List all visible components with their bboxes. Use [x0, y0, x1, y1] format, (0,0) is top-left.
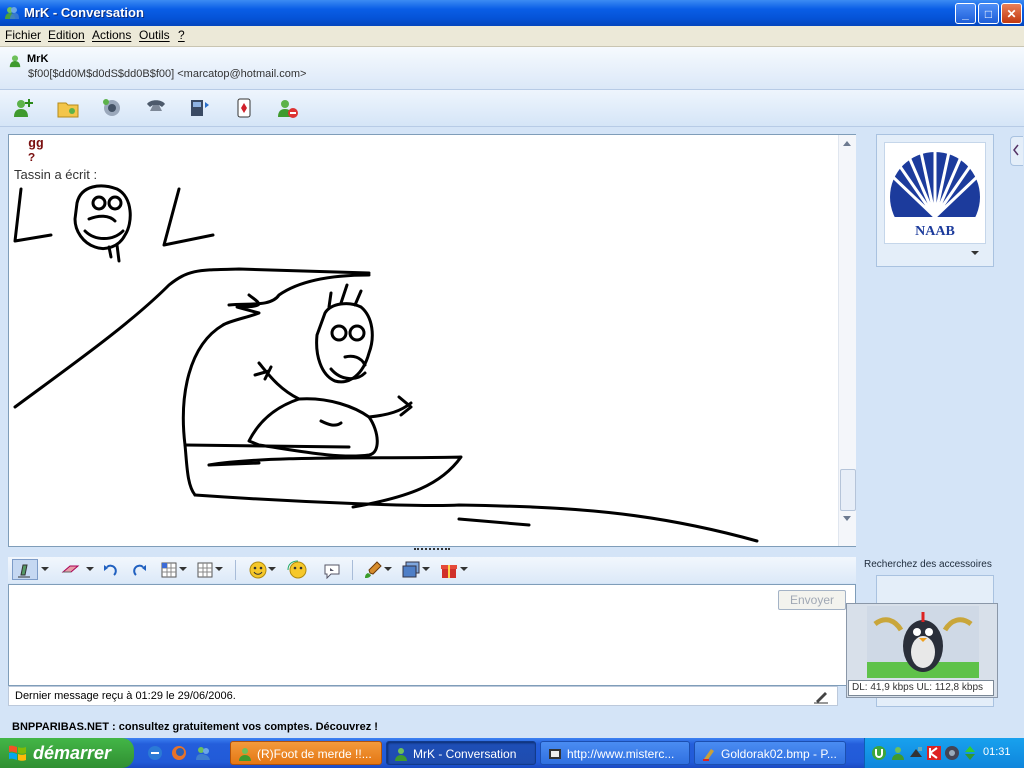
background-icon[interactable] [401, 560, 421, 580]
system-tray: 01:31 [864, 738, 1024, 768]
quicklaunch-firefox-icon[interactable] [170, 744, 188, 762]
chevron-down-icon[interactable] [86, 566, 94, 572]
games-icon[interactable] [232, 96, 256, 120]
taskbar-item-foot[interactable]: (R)Foot de merde !!... [230, 741, 382, 765]
messenger-icon [239, 748, 251, 761]
phone-icon[interactable] [144, 96, 168, 120]
windows-logo-icon [9, 745, 26, 761]
pen-icon [18, 564, 30, 578]
last-message-status: Dernier message reçu à 01:29 le 29/06/20… [8, 686, 838, 706]
paint-icon [703, 749, 714, 761]
advertisement-banner[interactable]: BNPPARIBAS.NET : consultez gratuitement … [0, 716, 1024, 738]
scroll-down-arrow-icon[interactable] [842, 515, 852, 523]
minimize-button[interactable]: _ [955, 3, 976, 24]
network-icon[interactable] [908, 745, 924, 761]
start-label: démarrer [33, 743, 112, 763]
taskbar-item-browser[interactable]: http://www.misterc... [540, 741, 690, 765]
chevron-down-icon[interactable] [268, 566, 276, 572]
quicklaunch-ie-icon[interactable] [146, 744, 164, 762]
film-icon [549, 749, 561, 759]
message-input[interactable] [8, 584, 856, 686]
activities-icon[interactable] [188, 96, 212, 120]
collapse-panel-button[interactable] [1010, 136, 1023, 166]
taskbar-item-label: MrK - Conversation [413, 747, 517, 761]
title-bar[interactable]: MrK - Conversation _ □ ✕ [0, 0, 1024, 26]
mascot-image [867, 606, 979, 678]
nudge-icon[interactable] [322, 561, 342, 579]
menu-help[interactable]: ? [178, 28, 185, 42]
invite-contact-icon[interactable] [12, 96, 36, 120]
splitter-grip[interactable] [414, 548, 450, 553]
chevron-down-icon[interactable] [384, 566, 392, 572]
messenger-tray-icon[interactable] [890, 745, 906, 761]
contact-status-line: $f00[$dd0M$d0dS$dd0B$f00] <marcatop@hotm… [28, 68, 307, 80]
menu-fichier[interactable]: Fichier [5, 28, 41, 42]
emoticon-icon[interactable] [248, 560, 268, 580]
eraser-icon[interactable] [60, 562, 84, 578]
send-button[interactable]: Envoyer [778, 590, 846, 610]
handwritten-drawing [13, 184, 759, 543]
contact-status-icon [9, 55, 21, 68]
chevron-down-icon[interactable] [41, 566, 49, 572]
menu-actions[interactable]: Actions [92, 28, 131, 42]
handwriting-mode-button[interactable] [12, 559, 38, 580]
chevron-down-icon[interactable] [422, 566, 430, 572]
window-title: MrK - Conversation [24, 5, 144, 20]
taskbar-item-paint[interactable]: Goldorak02.bmp - P... [694, 741, 846, 765]
naab-logo-text: NAAB [915, 224, 955, 239]
taskbar-item-conversation[interactable]: MrK - Conversation [386, 741, 536, 765]
conversation-scrollbar[interactable] [838, 135, 856, 546]
grid-icon[interactable] [160, 561, 178, 579]
accessories-label[interactable]: Recherchez des accessoires [864, 559, 1014, 570]
chevron-down-icon[interactable] [215, 566, 223, 572]
taskbar-item-label: Goldorak02.bmp - P... [721, 747, 837, 761]
video-icon[interactable] [100, 96, 124, 120]
clock: 01:31 [983, 746, 1011, 758]
utorrent-icon[interactable] [871, 745, 887, 761]
start-button[interactable]: démarrer [0, 738, 134, 768]
taskbar-item-label: (R)Foot de merde !!... [257, 747, 372, 761]
scroll-thumb[interactable] [840, 469, 856, 511]
audio-icon[interactable] [944, 745, 960, 761]
toolbar-divider [235, 560, 236, 580]
block-icon[interactable] [276, 96, 300, 120]
menu-outils[interactable]: Outils [139, 28, 170, 42]
taskbar-item-label: http://www.misterc... [567, 747, 675, 761]
bandwidth-readout: DL: 41,9 kbps UL: 112,8 kbps [848, 680, 994, 696]
contact-name: MrK [27, 53, 49, 65]
contact-header: MrK $f00[$dd0M$d0dS$dd0B$f00] <marcatop@… [0, 47, 1024, 90]
redo-icon[interactable] [130, 561, 148, 579]
handwriting-tab-icon[interactable] [812, 688, 830, 704]
chevron-down-icon[interactable] [460, 566, 468, 572]
table-icon[interactable] [196, 561, 214, 579]
gift-icon[interactable] [439, 560, 459, 580]
contact-display-picture[interactable]: NAAB [884, 142, 986, 244]
naab-logo: NAAB [885, 151, 985, 243]
menu-edition[interactable]: Edition [48, 28, 85, 42]
wink-icon[interactable] [286, 560, 310, 580]
input-toolbar [8, 557, 856, 583]
antivirus-icon[interactable] [926, 745, 942, 761]
messenger-icon [395, 748, 407, 761]
toolbar-divider [352, 560, 353, 580]
close-button[interactable]: ✕ [1001, 3, 1022, 24]
picture-menu-chevron-down-icon[interactable] [970, 250, 980, 256]
conversation-history[interactable]: gg ? Tassin a écrit : [8, 134, 856, 547]
scroll-up-arrow-icon[interactable] [842, 139, 852, 147]
undo-icon[interactable] [102, 561, 120, 579]
messenger-icon [5, 7, 19, 19]
chevron-down-icon[interactable] [179, 566, 187, 572]
send-files-icon[interactable] [56, 96, 80, 120]
update-arrows-icon[interactable] [962, 745, 978, 761]
menu-bar: Fichier Edition Actions Outils ? [0, 26, 1024, 47]
maximize-button[interactable]: □ [978, 3, 999, 24]
chevron-left-icon [1013, 144, 1019, 156]
quicklaunch-messenger-icon[interactable] [194, 744, 212, 762]
paintbrush-icon[interactable] [363, 560, 383, 580]
